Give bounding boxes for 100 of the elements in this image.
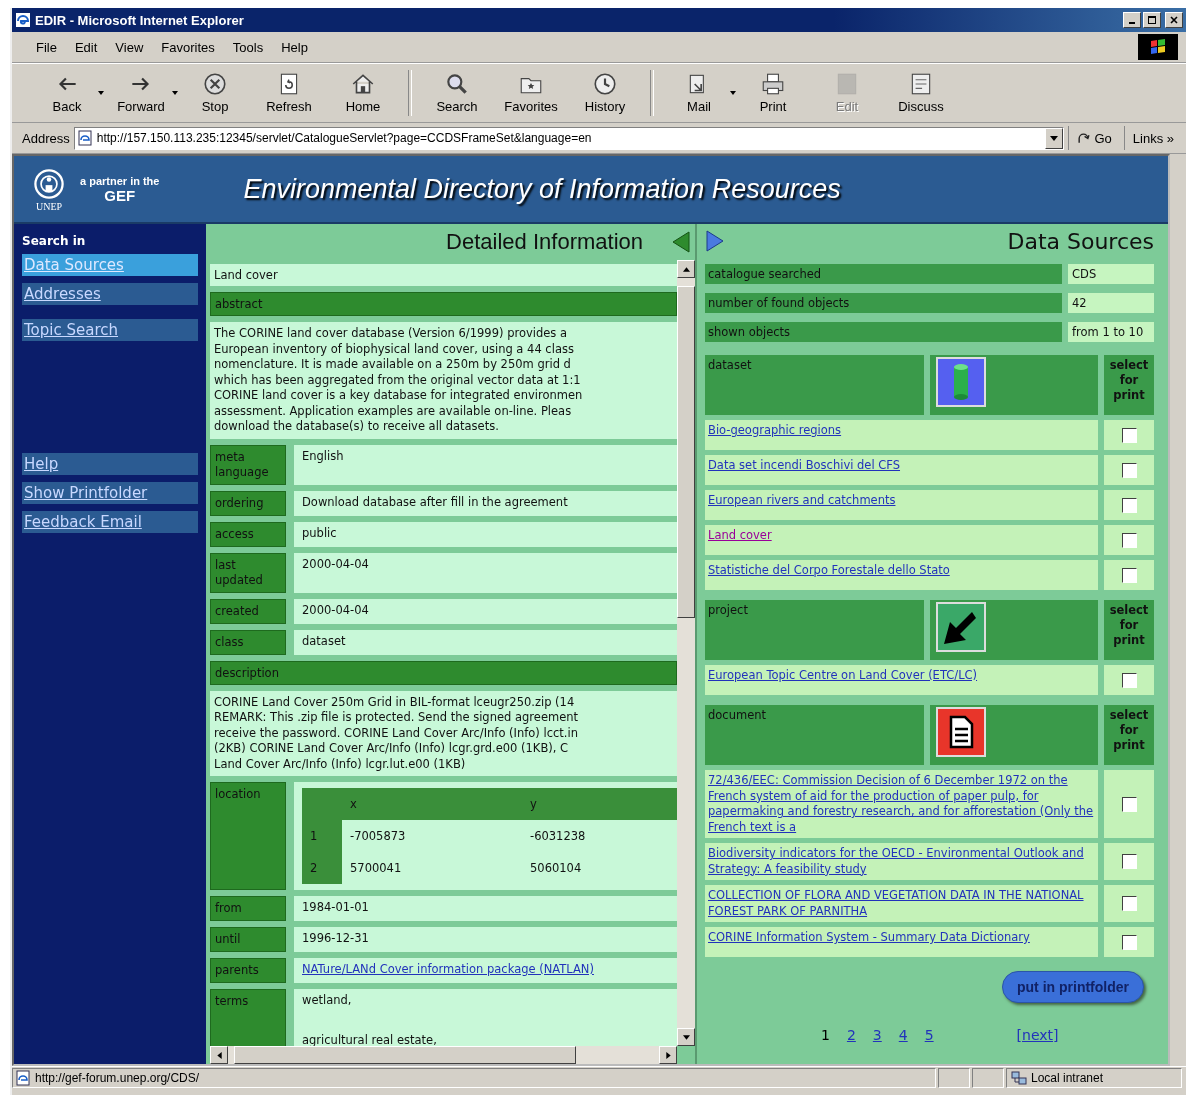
next-link[interactable]: [next] <box>1016 1027 1059 1043</box>
menu-item[interactable]: View <box>115 39 144 55</box>
field-value: 1996-12-31 <box>294 927 677 952</box>
select-checkbox[interactable] <box>1121 934 1137 950</box>
up-arrow-icon[interactable] <box>682 265 690 273</box>
select-checkbox[interactable] <box>1121 497 1137 513</box>
vertical-scrollbar[interactable] <box>677 260 695 1046</box>
menu-item[interactable]: File <box>36 39 57 55</box>
sidebar-link[interactable]: Help <box>22 453 198 475</box>
browser-icon <box>15 12 31 28</box>
frame-heading: Detailed Information <box>446 229 643 255</box>
down-arrow-icon[interactable] <box>682 1033 690 1041</box>
field-label: created <box>210 598 286 624</box>
close-button[interactable] <box>1165 12 1183 28</box>
term-text: wetland, <box>302 993 353 1007</box>
toolbar-button[interactable]: Forward <box>106 67 176 119</box>
partner-name: GEF <box>104 186 136 204</box>
field-label: terms <box>210 989 286 1046</box>
toolbar-button[interactable]: Back <box>32 67 102 119</box>
next-arrow-icon[interactable] <box>705 230 725 252</box>
zone-text: Local intranet <box>1031 1071 1104 1085</box>
field-label: last updated <box>210 552 286 593</box>
caret-icon[interactable] <box>730 91 736 95</box>
toolbar-button[interactable]: Search <box>422 67 492 119</box>
toolbar-button[interactable]: Stop <box>180 67 250 119</box>
description-text: CORINE Land Cover 250m Grid in BIL-format lceugr250.zip (14 REMARK: This .zip file is protected. Send the signed agreement receive the password. CORINE Land Cover Arc/Info (Info) lcct.in (2KB) CORINE Land Cover Arc/Info (Info) lcgr.grd.e00 (1KB), C Land Cover Arc/Info (Info) lcgr.lut.e00 (1KB) <box>210 690 677 776</box>
maximize-icon <box>1147 15 1157 25</box>
go-arrow-icon <box>1077 131 1091 145</box>
field-label: class <box>210 629 286 655</box>
summary-value: 42 <box>1068 293 1154 313</box>
menu-item[interactable]: Edit <box>74 39 98 55</box>
cylinder-icon <box>936 357 986 407</box>
sidebar-link[interactable]: Topic Search <box>22 319 198 341</box>
select-heading: select for print <box>1104 705 1154 765</box>
select-checkbox[interactable] <box>1121 462 1137 478</box>
field-label: until <box>210 927 286 952</box>
caret-icon[interactable] <box>1050 135 1059 141</box>
toolbar-button[interactable]: Refresh <box>254 67 324 119</box>
partner-text: a partner in the <box>80 174 160 187</box>
address-field[interactable]: http://157.150.113.235:12345/servlet/CatalogueServlet?page=CCDSFrameSet&language=en <box>73 126 1065 150</box>
horizontal-scrollbar[interactable] <box>210 1046 677 1064</box>
toolbar-button[interactable]: Print <box>738 67 808 119</box>
field-value: 1984-01-01 <box>294 896 677 921</box>
field-value: public <box>294 521 677 547</box>
frame-heading: Data Sources <box>1007 228 1154 254</box>
menu-item[interactable]: Help <box>281 39 308 55</box>
toolbar-button[interactable]: Favorites <box>496 67 566 119</box>
left-arrow-icon[interactable] <box>215 1051 223 1059</box>
table-cell: -7005873 <box>342 820 522 852</box>
field-value: dataset <box>294 629 677 655</box>
group-heading: document <box>705 705 924 765</box>
close-icon <box>1169 15 1179 25</box>
status-panel <box>972 1068 1004 1088</box>
toolbar-button[interactable]: Home <box>328 67 398 119</box>
select-checkbox[interactable] <box>1121 854 1137 869</box>
select-checkbox[interactable] <box>1121 672 1137 688</box>
go-button[interactable]: Go <box>1068 126 1120 150</box>
minimize-button[interactable] <box>1123 12 1141 28</box>
summary-label: shown objects <box>705 322 1062 342</box>
select-heading: select for print <box>1104 355 1154 415</box>
network-icon <box>1011 1070 1027 1086</box>
sidebar-link[interactable]: Feedback Email <box>22 511 198 533</box>
select-checkbox[interactable] <box>1121 796 1137 812</box>
caret-icon[interactable] <box>172 91 178 95</box>
column-header: x <box>342 788 522 820</box>
group-heading: project <box>705 600 924 660</box>
page-link[interactable]: 3 <box>872 1027 882 1043</box>
links-button[interactable]: Links » <box>1123 126 1182 150</box>
row-number: 1 <box>302 820 342 852</box>
right-arrow-icon[interactable] <box>664 1051 672 1059</box>
field-label: meta language <box>210 444 286 485</box>
menu-item[interactable]: Tools <box>232 39 264 55</box>
page-icon <box>76 130 93 146</box>
select-checkbox[interactable] <box>1121 896 1137 911</box>
printer-icon <box>760 71 786 97</box>
page-link[interactable]: 1 <box>821 1027 830 1043</box>
sidebar-link[interactable]: Show Printfolder <box>22 482 198 504</box>
column-header: y <box>522 788 677 820</box>
field-label: ordering <box>210 490 286 516</box>
history-icon <box>592 71 618 97</box>
sidebar-link[interactable]: Addresses <box>22 283 198 305</box>
page-link[interactable]: 4 <box>898 1027 908 1043</box>
previous-arrow-icon[interactable] <box>671 231 691 253</box>
select-checkbox[interactable] <box>1121 532 1137 548</box>
menu-item[interactable]: Favorites <box>161 39 215 55</box>
maximize-button[interactable] <box>1143 12 1161 28</box>
toolbar-button[interactable]: Mail <box>664 67 734 119</box>
search-icon <box>444 71 470 97</box>
caret-icon[interactable] <box>98 91 104 95</box>
field-value: 2000-04-04 <box>294 598 677 624</box>
select-checkbox[interactable] <box>1121 427 1137 443</box>
summary-value: CDS <box>1068 264 1154 284</box>
select-checkbox[interactable] <box>1121 567 1137 583</box>
logo-text: UNEP <box>35 200 63 212</box>
page-link[interactable]: 5 <box>924 1027 934 1043</box>
status-panel <box>938 1068 970 1088</box>
summary-value: from 1 to 10 <box>1068 322 1154 342</box>
toolbar-button[interactable]: Discuss <box>886 67 956 119</box>
page-link[interactable]: 2 <box>846 1027 856 1043</box>
toolbar-button[interactable]: History <box>570 67 640 119</box>
